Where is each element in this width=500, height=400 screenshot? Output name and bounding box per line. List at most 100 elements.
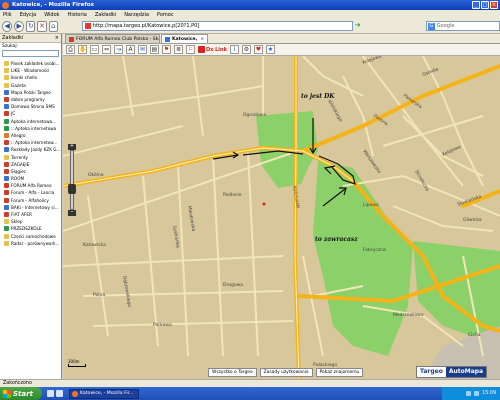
back-icon[interactable]: ◀: [2, 20, 13, 32]
bookmark-item[interactable]: Ślągiec: [0, 168, 61, 175]
map-logo[interactable]: Targeo AutoMapa: [416, 366, 488, 378]
sidebar-close-icon[interactable]: ×: [55, 35, 59, 41]
windows-flag-icon: [3, 389, 11, 398]
bookmark-item[interactable]: Forum - Alfaholicy: [0, 197, 61, 204]
zoom-control[interactable]: + −: [68, 144, 76, 216]
menu-item[interactable]: Widok: [44, 12, 59, 18]
bookmark-item[interactable]: Pasek zakładek osobi...: [0, 60, 61, 67]
bookmark-item[interactable]: ZAGAĘIE: [0, 161, 61, 168]
tray-icon[interactable]: [474, 391, 480, 396]
link-button[interactable]: Dx Link: [198, 46, 227, 53]
menu-item[interactable]: Plik: [3, 12, 12, 18]
address-bar[interactable]: http://mapa.targeo.pl/Katowice,p[20?1,P0…: [81, 21, 353, 31]
taskbar-window-button[interactable]: Katowice, - Mozilla Fir...: [69, 388, 139, 399]
link-label: Dx Link: [206, 46, 227, 53]
hand-icon[interactable]: ✋: [78, 45, 87, 54]
close-icon[interactable]: ×: [490, 1, 498, 9]
bookmark-item[interactable]: BAKI - Internetowy si...: [0, 204, 61, 211]
bookmark-item[interactable]: :: Aptoka internetow...: [0, 139, 61, 146]
bookmark-item[interactable]: :: Apteka internetowa: [0, 125, 61, 132]
bookmark-icon: [4, 75, 9, 81]
menu-item[interactable]: Pomoc: [157, 12, 174, 18]
bookmark-item[interactable]: FORUM Alfa Romeo: [0, 182, 61, 189]
bookmark-item[interactable]: Części samochodowe: [0, 233, 61, 240]
bookmark-item[interactable]: Torrenty: [0, 153, 61, 160]
go-arrow-icon[interactable]: ➔: [355, 21, 364, 31]
stop-icon[interactable]: ✕: [37, 20, 47, 32]
route-icon[interactable]: ↝: [114, 45, 123, 54]
zoom-slider-track[interactable]: [70, 150, 74, 210]
flag-icon[interactable]: ⚐: [186, 45, 195, 54]
heart-icon[interactable]: ♥: [253, 45, 263, 54]
bookmark-label: Forum - Alfaholicy: [11, 197, 49, 203]
quicklaunch-icon[interactable]: [47, 390, 54, 397]
street-label: Katowicka: [83, 242, 106, 248]
home-icon[interactable]: ⌂: [48, 20, 58, 32]
browser-tab[interactable]: Katowice, ×: [161, 34, 209, 43]
bookmarks-sidebar: Zakładki × Szukaj: Pasek zakładek osobi.…: [0, 34, 62, 379]
bookmark-item[interactable]: JC: [0, 110, 61, 117]
maximize-icon[interactable]: □: [481, 1, 489, 9]
zoom-box-icon[interactable]: ▭: [90, 45, 99, 54]
site-favicon: [84, 23, 91, 29]
street-label: Modrzewiowa: [393, 312, 424, 318]
bookmark-item[interactable]: Allegro: [0, 132, 61, 139]
save-icon[interactable]: ▤: [150, 45, 159, 54]
bookmark-label: Forum - Alfa - Lancia: [11, 190, 55, 196]
browser-tab[interactable]: FORUM Alfa Romeo Club Polska - Skąd F...: [65, 34, 160, 43]
tab-close-icon[interactable]: ×: [200, 37, 204, 42]
pin-icon[interactable]: ⚑: [162, 45, 171, 54]
info-icon[interactable]: i: [229, 45, 239, 54]
reload-icon[interactable]: ↻: [26, 20, 36, 32]
zoom-out-icon[interactable]: −: [68, 210, 76, 216]
text-icon[interactable]: A: [126, 45, 135, 54]
sidebar-search-input[interactable]: [2, 50, 59, 57]
quick-launch: [47, 390, 63, 397]
menu-item[interactable]: Zakładki: [95, 12, 116, 18]
bookmark-item[interactable]: Gazeta: [0, 82, 61, 89]
bookmark-item[interactable]: Domowa Strona SMS: [0, 103, 61, 110]
bookmark-icon: [4, 82, 9, 88]
star-icon[interactable]: ★: [265, 45, 275, 54]
quicklaunch-icon[interactable]: [56, 390, 63, 397]
bookmark-item[interactable]: ROOM: [0, 175, 61, 182]
bookmark-item[interactable]: Mapa Polski Targeo: [0, 89, 61, 96]
settings-icon[interactable]: ⚙: [241, 45, 251, 54]
bookmark-item[interactable]: Aptoka internetowa...: [0, 118, 61, 125]
minimize-icon[interactable]: _: [472, 1, 480, 9]
bookmark-item[interactable]: dobre programy: [0, 96, 61, 103]
map-footer-link[interactable]: Wszystko o Targeo: [208, 368, 257, 377]
map-footer-link[interactable]: Zasady użytkowania: [259, 368, 313, 377]
forward-icon[interactable]: ▶: [14, 20, 25, 32]
email-icon[interactable]: ✉: [138, 45, 147, 54]
bookmark-item[interactable]: Radar - porównywark...: [0, 240, 61, 247]
bookmark-icon: [4, 212, 9, 218]
zoom-slider-handle[interactable]: [68, 184, 76, 194]
map-marker: [262, 202, 266, 206]
search-input[interactable]: G Google: [425, 21, 500, 31]
bookmark-icon: [4, 111, 9, 117]
bookmark-item[interactable]: Ikonki chello: [0, 74, 61, 81]
print-icon[interactable]: ⎙: [66, 45, 75, 54]
bookmark-item[interactable]: Forum - Alfa - Lancia: [0, 189, 61, 196]
menu-item[interactable]: Narzędzia: [124, 12, 149, 18]
bookmark-item[interactable]: Rozkłady Jazdy KZK G...: [0, 146, 61, 153]
status-text: Zakończono: [3, 381, 32, 386]
menu-item[interactable]: Edycja: [20, 12, 37, 18]
bookmark-item[interactable]: FIAT AFER: [0, 211, 61, 218]
bookmark-item[interactable]: LIKE - Wiadomości: [0, 67, 61, 74]
map-footer-link[interactable]: Pokaż znajomemu: [315, 368, 364, 377]
bookmark-icon: [4, 240, 9, 246]
layers-icon[interactable]: ≣: [174, 45, 183, 54]
menu-item[interactable]: Historia: [68, 12, 87, 18]
street-label: Osiedle: [422, 66, 440, 77]
street-label: Kościuszki: [291, 185, 302, 209]
map-view[interactable]: Kolejowa Katowicka Dąbrowskiego Szafranka Mi…: [63, 56, 500, 379]
bookmark-label: ZAGAĘIE: [11, 161, 30, 167]
bookmark-item[interactable]: Sklep: [0, 218, 61, 225]
bookmark-item[interactable]: PRZEDSZKOLE: [0, 225, 61, 232]
tray-icon[interactable]: [466, 391, 472, 396]
measure-icon[interactable]: ⇔: [102, 45, 111, 54]
start-button[interactable]: Start: [0, 387, 42, 400]
map-canvas[interactable]: Kolejowa Katowicka Dąbrowskiego Szafranka Mi…: [63, 56, 500, 379]
